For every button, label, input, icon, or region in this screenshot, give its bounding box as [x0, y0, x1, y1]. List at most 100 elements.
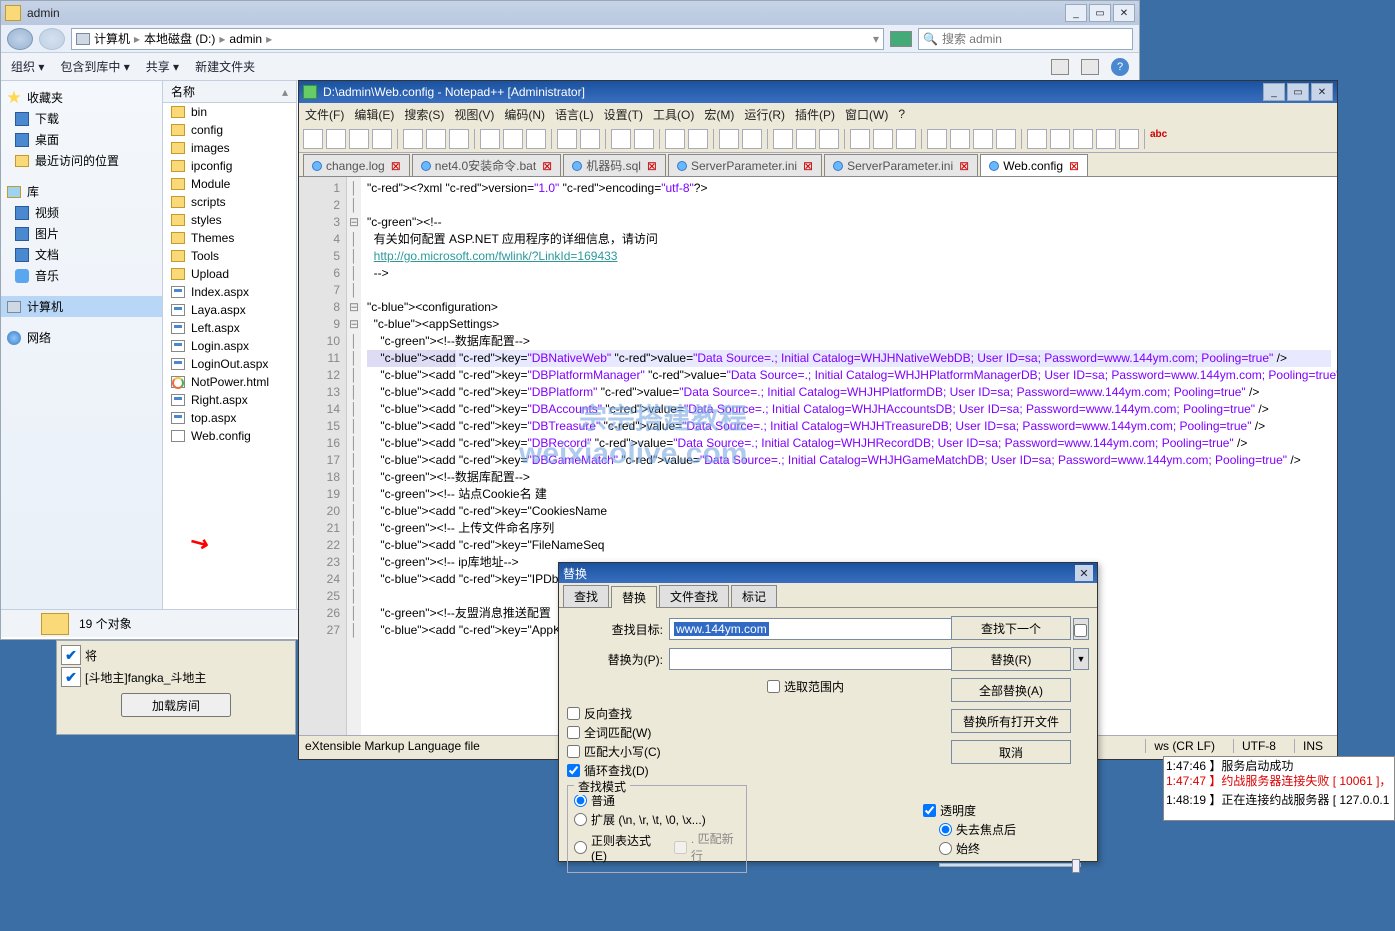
file-item[interactable]: Web.config	[163, 427, 296, 445]
dialog-tab[interactable]: 替换	[611, 586, 657, 608]
checkbox-icon[interactable]: ✔	[61, 667, 81, 687]
editor-tab[interactable]: change.log⊠	[303, 154, 410, 176]
new-file-button[interactable]	[303, 129, 323, 149]
address-field[interactable]: 计算机 ▸ 本地磁盘 (D:) ▸ admin ▸ ▾	[71, 28, 884, 50]
sidebar-item-downloads[interactable]: 下载	[1, 108, 162, 129]
sync-h-button[interactable]	[742, 129, 762, 149]
refresh-button[interactable]	[890, 31, 912, 47]
share-menu[interactable]: 共享 ▾	[146, 58, 179, 75]
include-menu[interactable]: 包含到库中 ▾	[60, 58, 129, 75]
editor-tab[interactable]: Web.config⊠	[980, 154, 1088, 176]
fold-button[interactable]	[850, 129, 870, 149]
undo-button[interactable]	[557, 129, 577, 149]
dialog-tab[interactable]: 标记	[731, 585, 777, 607]
sidebar-favorites[interactable]: 收藏夹	[1, 87, 162, 108]
dialog-tab[interactable]: 查找	[563, 585, 609, 607]
repeat-macro-button[interactable]	[1096, 129, 1116, 149]
find-button[interactable]	[611, 129, 631, 149]
sidebar-item-pictures[interactable]: 图片	[1, 223, 162, 244]
search-field[interactable]: 🔍 搜索 admin	[918, 28, 1133, 50]
file-item[interactable]: Login.aspx	[163, 337, 296, 355]
record-macro-button[interactable]	[1027, 129, 1047, 149]
explorer-titlebar[interactable]: admin _ ▭ ✕	[1, 1, 1139, 25]
file-item[interactable]: Left.aspx	[163, 319, 296, 337]
tab-close-icon[interactable]: ⊠	[1069, 159, 1079, 173]
sidebar-item-desktop[interactable]: 桌面	[1, 129, 162, 150]
file-item[interactable]: NotPower.html	[163, 373, 296, 391]
menu-item[interactable]: 运行(R)	[744, 106, 785, 123]
opacity-slider[interactable]	[939, 863, 1081, 867]
close-button[interactable]	[403, 129, 423, 149]
view-options-button[interactable]	[1051, 59, 1069, 75]
save-button[interactable]	[349, 129, 369, 149]
menu-item[interactable]: ?	[898, 107, 905, 121]
sidebar-item-documents[interactable]: 文档	[1, 244, 162, 265]
sidebar-item-music[interactable]: 音乐	[1, 265, 162, 286]
hide-lines-button[interactable]	[896, 129, 916, 149]
file-item[interactable]: LoginOut.aspx	[163, 355, 296, 373]
sidebar-item-recent[interactable]: 最近访问的位置	[1, 150, 162, 171]
editor-tab[interactable]: net4.0安装命令.bat⊠	[412, 154, 561, 176]
maximize-button[interactable]: ▭	[1089, 4, 1111, 22]
wordwrap-button[interactable]	[773, 129, 793, 149]
editor-tab[interactable]: ServerParameter.ini⊠	[668, 154, 822, 176]
dialog-tab[interactable]: 文件查找	[659, 585, 729, 607]
sidebar-item-video[interactable]: 视频	[1, 202, 162, 223]
menu-item[interactable]: 窗口(W)	[845, 106, 888, 123]
file-item[interactable]: Tools	[163, 247, 296, 265]
paste-button[interactable]	[526, 129, 546, 149]
redo-button[interactable]	[580, 129, 600, 149]
funclist-button[interactable]	[950, 129, 970, 149]
opacity-lostfocus-radio[interactable]: 失去焦点后	[939, 821, 1081, 838]
opacity-checkbox[interactable]: 透明度	[923, 802, 1081, 819]
menu-item[interactable]: 语言(L)	[555, 106, 594, 123]
menu-item[interactable]: 工具(O)	[653, 106, 694, 123]
save-all-button[interactable]	[372, 129, 392, 149]
preview-pane-button[interactable]	[1081, 59, 1099, 75]
menu-item[interactable]: 设置(T)	[604, 106, 643, 123]
print-button[interactable]	[449, 129, 469, 149]
nav-back-button[interactable]	[7, 28, 33, 50]
replace-titlebar[interactable]: 替换 ✕	[559, 563, 1097, 583]
mode-regex-radio[interactable]: 正则表达式(E) . 匹配新行	[574, 830, 740, 864]
unfold-button[interactable]	[873, 129, 893, 149]
sidebar-network[interactable]: 网络	[1, 327, 162, 348]
menu-item[interactable]: 编辑(E)	[354, 106, 394, 123]
monitor-button[interactable]	[996, 129, 1016, 149]
newfolder-button[interactable]: 新建文件夹	[195, 58, 255, 75]
breadcrumb-part[interactable]: 计算机	[94, 30, 130, 47]
load-room-button[interactable]	[121, 693, 231, 717]
file-item[interactable]: Upload	[163, 265, 296, 283]
zoom-out-button[interactable]	[688, 129, 708, 149]
close-button[interactable]: ✕	[1311, 83, 1333, 101]
minimize-button[interactable]: _	[1263, 83, 1285, 101]
showall-button[interactable]	[796, 129, 816, 149]
stop-macro-button[interactable]	[1050, 129, 1070, 149]
save-macro-button[interactable]	[1119, 129, 1139, 149]
docmap-button[interactable]	[927, 129, 947, 149]
close-button[interactable]: ✕	[1113, 4, 1135, 22]
replace-button[interactable]	[634, 129, 654, 149]
replace-button[interactable]: 替换(R)	[951, 647, 1071, 671]
replace-all-open-button[interactable]: 替换所有打开文件	[951, 709, 1071, 733]
file-item[interactable]: bin	[163, 103, 296, 121]
breadcrumb-part[interactable]: admin	[229, 32, 262, 46]
breadcrumb-part[interactable]: 本地磁盘 (D:)	[144, 30, 215, 47]
editor-tab[interactable]: ServerParameter.ini⊠	[824, 154, 978, 176]
tab-close-icon[interactable]: ⊠	[647, 159, 657, 173]
file-item[interactable]: images	[163, 139, 296, 157]
close-all-button[interactable]	[426, 129, 446, 149]
dialog-close-button[interactable]: ✕	[1075, 565, 1093, 581]
nav-forward-button[interactable]	[39, 28, 65, 50]
menu-item[interactable]: 文件(F)	[305, 106, 344, 123]
tab-close-icon[interactable]: ⊠	[959, 159, 969, 173]
opacity-always-radio[interactable]: 始终	[939, 840, 1081, 857]
file-item[interactable]: Themes	[163, 229, 296, 247]
file-item[interactable]: styles	[163, 211, 296, 229]
sidebar-computer[interactable]: 计算机	[1, 296, 162, 317]
file-item[interactable]: top.aspx	[163, 409, 296, 427]
menu-item[interactable]: 视图(V)	[454, 106, 494, 123]
menu-item[interactable]: 宏(M)	[704, 106, 734, 123]
column-header-name[interactable]: 名称▴	[163, 81, 296, 103]
cut-button[interactable]	[480, 129, 500, 149]
